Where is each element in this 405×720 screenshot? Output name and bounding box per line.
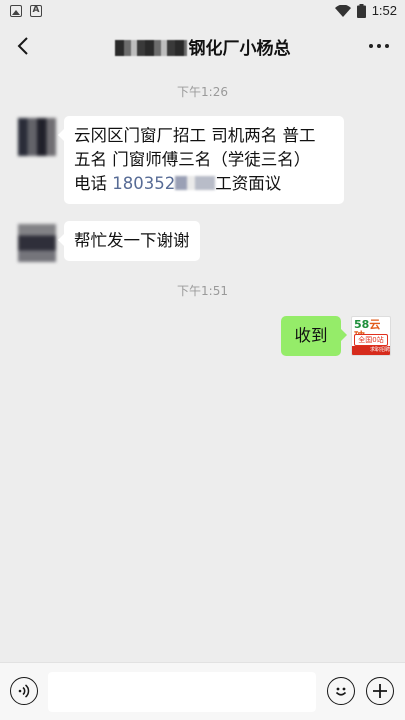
timestamp: 下午1:51 — [177, 284, 228, 298]
message-bubble[interactable]: 帮忙发一下谢谢 — [58, 221, 200, 261]
message-line: 电话 180352 工资面议 — [74, 172, 334, 196]
chat-title: 钢化厂小杨总 — [0, 34, 405, 59]
message-input[interactable] — [48, 672, 316, 712]
emoji-icon[interactable] — [327, 677, 355, 705]
voice-icon[interactable] — [10, 677, 38, 705]
message-bubble[interactable]: 收到 — [281, 316, 347, 356]
redacted-name — [114, 40, 187, 56]
message-text: 电话 — [74, 174, 113, 193]
redacted-phone — [175, 176, 216, 190]
message-text: 收到 — [294, 326, 328, 345]
chat-header: 钢化厂小杨总 — [0, 24, 405, 68]
chat-area[interactable]: 下午1:26 云冈区门窗厂招工 司机两名 普工 五名 门窗师傅三名（学徒三名） … — [0, 68, 405, 662]
status-bar: A 1:52 — [0, 0, 405, 24]
wifi-icon — [334, 4, 351, 17]
input-bar — [0, 662, 405, 720]
battery-icon — [356, 3, 366, 18]
avatar-footer: 求职招聘 — [352, 346, 390, 355]
my-avatar[interactable]: 58云玻 全国0站 求职招聘 — [351, 316, 391, 356]
contact-avatar[interactable] — [18, 118, 56, 156]
contact-avatar[interactable] — [18, 224, 56, 262]
font-icon: A — [30, 5, 42, 17]
chat-title-text: 钢化厂小杨总 — [188, 39, 291, 59]
timestamp: 下午1:26 — [177, 85, 228, 99]
plus-icon[interactable] — [366, 677, 394, 705]
message-text: 帮忙发一下谢谢 — [74, 231, 190, 250]
phone-link[interactable]: 180352 — [112, 174, 175, 193]
image-icon — [10, 5, 22, 17]
message-line: 五名 门窗师傅三名（学徒三名） — [74, 150, 311, 169]
message-text: 工资面议 — [215, 174, 282, 193]
avatar-badge: 全国0站 — [354, 334, 388, 346]
more-dots-icon[interactable] — [369, 44, 389, 48]
status-time: 1:52 — [371, 3, 397, 18]
message-line: 云冈区门窗厂招工 司机两名 普工 — [74, 126, 316, 145]
message-bubble[interactable]: 云冈区门窗厂招工 司机两名 普工 五名 门窗师傅三名（学徒三名） 电话 1803… — [58, 116, 344, 204]
